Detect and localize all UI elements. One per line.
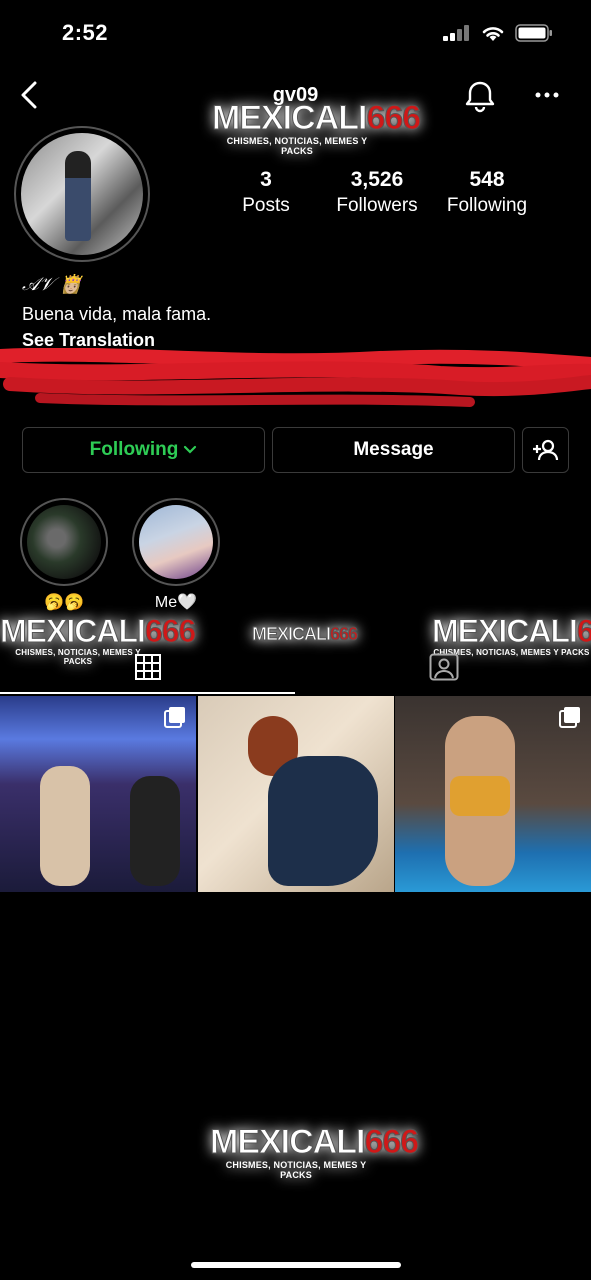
signal-icon — [443, 25, 469, 41]
active-tab-indicator — [0, 692, 295, 694]
watermark-tagline: CHISMES, NOTICIAS, MEMES Y PACKS — [225, 1160, 367, 1180]
status-time: 2:52 — [62, 20, 109, 45]
suggested-users-button[interactable] — [522, 427, 569, 473]
watermark-brand-number: 666 — [364, 1123, 420, 1161]
more-icon — [535, 92, 559, 98]
stat-posts-value: 3 — [260, 168, 272, 191]
bell-icon — [465, 81, 495, 113]
watermark-mid-center: MEXICALI666 — [251, 624, 358, 645]
tagged-icon — [429, 653, 458, 681]
stat-following-label: Following — [446, 195, 528, 216]
tab-tagged[interactable] — [345, 642, 542, 692]
watermark-brand: MEXICALI — [209, 1123, 365, 1161]
watermark-tagline: CHISMES, NOTICIAS, MEMES Y PACKS — [226, 136, 368, 156]
stat-posts[interactable]: 3 Posts — [211, 168, 321, 217]
bio-name: 𝒜𝒱 👸🏼 — [22, 274, 83, 295]
stat-followers-value: 3,526 — [350, 168, 404, 191]
stat-followers[interactable]: 3,526 Followers — [322, 168, 432, 217]
status-icons — [443, 24, 553, 42]
stat-following[interactable]: 548 Following — [432, 168, 542, 217]
grid-icon — [134, 654, 161, 680]
profile-avatar[interactable] — [14, 126, 150, 262]
post-3[interactable] — [395, 696, 591, 892]
stat-followers-label: Followers — [336, 195, 418, 216]
add-user-icon — [532, 439, 558, 461]
watermark-brand-number: 666 — [576, 613, 591, 649]
battery-icon — [515, 24, 552, 42]
highlight-2[interactable]: Me🤍 — [132, 498, 220, 612]
following-label: Following — [89, 439, 179, 460]
stat-posts-label: Posts — [242, 195, 290, 216]
highlight-1[interactable]: 🥱🥱 — [20, 498, 108, 612]
watermark-bottom: MEXICALI666 CHISMES, NOTICIAS, MEMES Y P… — [209, 1123, 419, 1181]
following-button[interactable]: Following — [22, 427, 265, 473]
bio-text: Buena vida, mala fama. — [22, 304, 212, 324]
carousel-icon — [559, 707, 580, 728]
tab-posts-grid[interactable] — [49, 642, 246, 692]
watermark-brand: MEXICALI — [211, 99, 367, 137]
chevron-down-icon — [184, 445, 197, 454]
message-label: Message — [353, 439, 434, 460]
highlight-2-image — [139, 505, 213, 579]
watermark-brand: MEXICALI — [251, 624, 331, 645]
stat-following-value: 548 — [469, 168, 505, 191]
watermark-brand-number: 666 — [330, 624, 359, 645]
watermark-top: MEXICALI666 CHISMES, NOTICIAS, MEMES Y P… — [211, 99, 421, 157]
more-options-button[interactable] — [530, 80, 564, 110]
notifications-button[interactable] — [462, 78, 498, 114]
post-1[interactable] — [0, 696, 196, 892]
highlight-2-caption: Me🤍 — [154, 594, 198, 611]
message-button[interactable]: Message — [272, 427, 515, 473]
avatar-image — [21, 133, 143, 255]
carousel-icon — [164, 707, 185, 728]
watermark-brand-number: 666 — [366, 99, 422, 137]
home-indicator[interactable] — [191, 1262, 401, 1268]
wifi-icon — [482, 26, 504, 41]
highlight-1-image — [27, 505, 101, 579]
highlight-1-caption: 🥱🥱 — [44, 594, 84, 611]
redaction-scribble — [0, 348, 591, 407]
post-2[interactable] — [198, 696, 394, 892]
